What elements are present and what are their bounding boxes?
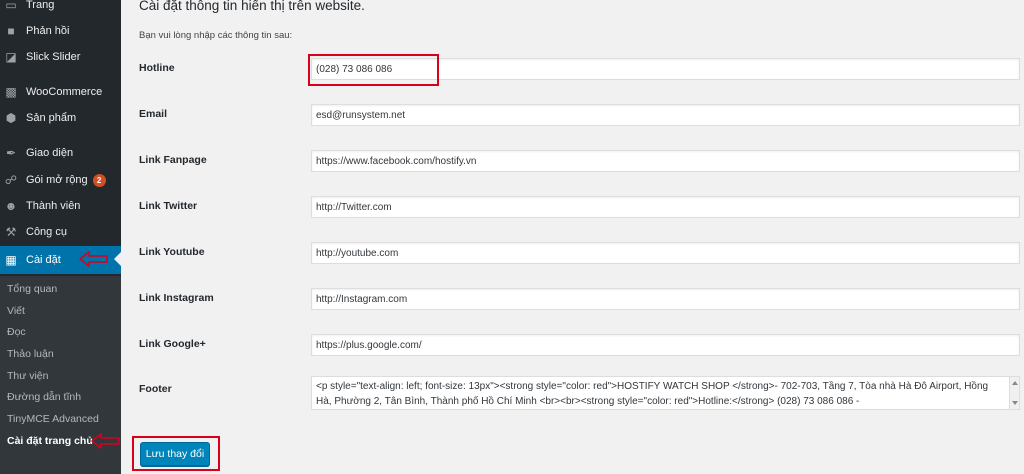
hotline-label: Hotline (139, 62, 175, 74)
slider-icon: ◪ (5, 50, 17, 64)
instagram-field[interactable] (311, 288, 1020, 310)
intro-text: Bạn vui lòng nhập các thông tin sau: (139, 30, 293, 41)
scroll-down-icon[interactable] (1012, 401, 1018, 405)
submenu-item-writing[interactable]: Viết (7, 305, 25, 317)
sidebar-item-plugins[interactable]: ☍ Gói mở rộng 2 (0, 167, 121, 193)
sidebar-item-tools[interactable]: ⚒ Công cụ (0, 219, 121, 245)
sidebar-item-comments[interactable]: ■ Phản hồi (0, 18, 121, 44)
admin-sidebar: ▭ Trang ■ Phản hồi ◪ Slick Slider ▩ WooC… (0, 0, 121, 474)
update-count-badge: 2 (92, 173, 106, 187)
save-button-highlight-box (132, 436, 220, 471)
fanpage-label: Link Fanpage (139, 154, 207, 166)
email-label: Email (139, 108, 168, 120)
products-icon: ⬢ (5, 111, 17, 125)
hotline-highlight-box (308, 54, 439, 86)
comments-icon: ■ (7, 24, 15, 38)
plugins-icon: ☍ (4, 173, 18, 187)
email-field[interactable] (311, 104, 1020, 126)
submenu-item-reading[interactable]: Đọc (7, 326, 26, 338)
pages-icon: ▭ (5, 0, 17, 12)
fanpage-field[interactable] (311, 150, 1020, 172)
submenu-item-media[interactable]: Thư viện (7, 370, 48, 382)
sidebar-item-pages[interactable]: ▭ Trang (0, 0, 121, 18)
submenu-item-tinymce-advanced[interactable]: TinyMCE Advanced (7, 413, 99, 425)
woocommerce-icon: ▩ (5, 85, 17, 99)
footer-textarea[interactable]: <p style="text-align: left; font-size: 1… (311, 376, 1020, 410)
submenu-item-general[interactable]: Tổng quan (7, 283, 57, 295)
youtube-label: Link Youtube (139, 246, 205, 258)
sidebar-item-products[interactable]: ⬢ Sản phẩm (0, 105, 121, 131)
homepage-settings-arrow-annotation (91, 433, 120, 449)
twitter-label: Link Twitter (139, 200, 198, 212)
sidebar-item-users[interactable]: ☻ Thành viên (0, 193, 121, 219)
twitter-field[interactable] (311, 196, 1020, 218)
footer-scrollbar[interactable] (1009, 377, 1019, 409)
tools-icon: ⚒ (5, 225, 17, 239)
submenu-item-homepage-settings[interactable]: Cài đặt trang chủ (7, 435, 93, 447)
page-title: Cài đặt thông tin hiển thị trên website. (139, 0, 365, 13)
submenu-item-discussion[interactable]: Thảo luận (7, 348, 54, 360)
settings-content: Cài đặt thông tin hiển thị trên website.… (121, 0, 1024, 474)
settings-icon: ▦ (5, 253, 17, 267)
scroll-up-icon[interactable] (1012, 381, 1018, 385)
sidebar-item-appearance[interactable]: ✒ Giao diện (0, 140, 121, 166)
users-icon: ☻ (4, 199, 18, 213)
appearance-icon: ✒ (5, 146, 17, 160)
instagram-label: Link Instagram (139, 292, 214, 304)
sidebar-item-woocommerce[interactable]: ▩ WooCommerce (0, 79, 121, 105)
settings-arrow-annotation (79, 251, 108, 267)
youtube-field[interactable] (311, 242, 1020, 264)
footer-label: Footer (139, 383, 172, 395)
submenu-item-permalinks[interactable]: Đường dẫn tĩnh (7, 391, 81, 403)
google-plus-field[interactable] (311, 334, 1020, 356)
sidebar-item-slick-slider[interactable]: ◪ Slick Slider (0, 44, 121, 70)
google-plus-label: Link Google+ (139, 338, 206, 350)
